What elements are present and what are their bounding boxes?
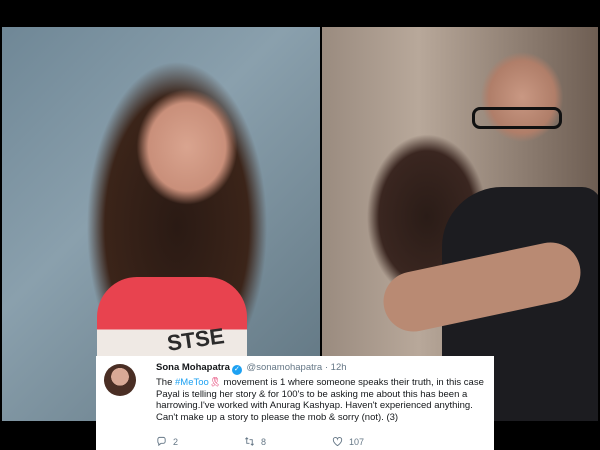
like-button[interactable]: 107 bbox=[332, 436, 420, 447]
like-count: 107 bbox=[349, 436, 365, 447]
reply-icon bbox=[157, 436, 166, 447]
handle[interactable]: @sonamohapatra bbox=[247, 362, 323, 373]
tweet-text: The #MeToo🎗 movement is 1 where someone … bbox=[156, 377, 486, 423]
tweet-header: Sona Mohapatra ✓ @sonamohapatra · 12h bbox=[156, 362, 486, 375]
retweet-count: 8 bbox=[261, 436, 267, 447]
separator: · bbox=[324, 362, 329, 373]
timestamp[interactable]: 12h bbox=[331, 362, 347, 373]
verified-icon: ✓ bbox=[231, 365, 242, 375]
retweet-icon bbox=[245, 437, 254, 446]
hashtag-link[interactable]: #MeToo bbox=[175, 377, 209, 388]
tweet-actions: 2 8 107 bbox=[156, 436, 420, 447]
tweet-card[interactable]: Sona Mohapatra ✓ @sonamohapatra · 12h The… bbox=[96, 356, 494, 450]
like-icon bbox=[332, 437, 343, 447]
display-name[interactable]: Sona Mohapatra bbox=[156, 362, 230, 373]
ribbon-emoji-icon: 🎗 bbox=[208, 377, 221, 388]
retweet-button[interactable]: 8 bbox=[244, 436, 332, 447]
glasses-shape bbox=[472, 107, 562, 129]
reply-count: 2 bbox=[173, 436, 179, 447]
tweet-text-start: The bbox=[156, 377, 176, 388]
avatar[interactable] bbox=[104, 364, 136, 396]
reply-button[interactable]: 2 bbox=[156, 436, 244, 447]
